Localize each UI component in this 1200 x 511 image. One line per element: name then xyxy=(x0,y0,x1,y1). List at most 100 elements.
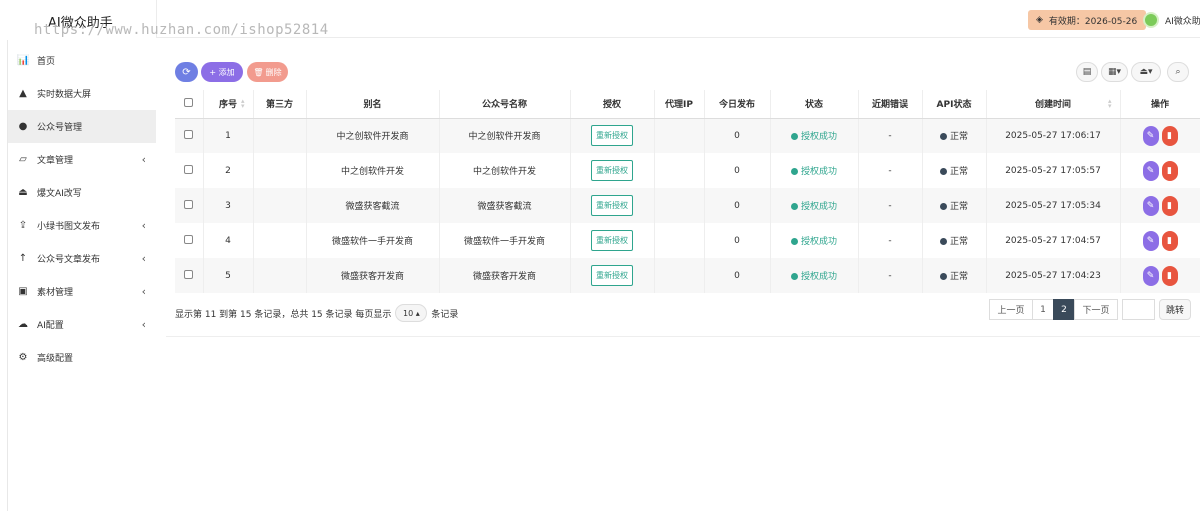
cell-actions: ✎ ▮ xyxy=(1120,223,1200,258)
cell-proxy-ip xyxy=(654,118,705,153)
bar-chart-icon: 📊 xyxy=(17,55,30,66)
sidebar-item-label: AI配置 xyxy=(37,321,64,331)
sidebar-item-xiaolvshu[interactable]: ⇪ 小绿书图文发布 ‹ xyxy=(8,209,156,242)
chevron-left-icon: ‹ xyxy=(141,285,146,298)
col-errors: 近期错误 xyxy=(858,90,923,119)
arrow-up-icon: ↑ xyxy=(18,253,28,264)
col-created[interactable]: 创建时间 ▴ ▾ xyxy=(986,90,1121,119)
jump-page-input[interactable] xyxy=(1122,299,1155,320)
row-checkbox[interactable] xyxy=(184,129,194,139)
api-status-label: 正常 xyxy=(949,132,968,143)
row-checkbox[interactable] xyxy=(184,164,194,174)
reauth-button[interactable]: 重新授权 xyxy=(591,265,633,286)
cell-status: 授权成功 xyxy=(770,153,859,188)
cell-third xyxy=(253,188,307,223)
sidebar-item-advanced[interactable]: ⚙ 高级配置 xyxy=(8,341,156,374)
cell-proxy-ip xyxy=(654,258,705,293)
reauth-button[interactable]: 重新授权 xyxy=(591,195,633,216)
row-select-cell[interactable] xyxy=(175,223,204,258)
expiry-label: 有效期：2026-05-26 xyxy=(1048,16,1138,27)
cell-api-status: 正常 xyxy=(922,153,987,188)
status-badge: 授权成功 xyxy=(800,202,837,212)
cell-errors: - xyxy=(858,118,923,153)
trash-icon: 🗑 xyxy=(253,67,264,77)
row-delete-button[interactable]: ▮ xyxy=(1161,160,1178,181)
page-1-button[interactable]: 1 xyxy=(1032,299,1054,320)
cell-today: 0 xyxy=(704,223,771,258)
jump-button[interactable]: 跳转 xyxy=(1159,299,1191,320)
sidebar-item-label: 实时数据大屏 xyxy=(37,90,92,100)
row-delete-button[interactable]: ▮ xyxy=(1161,230,1178,251)
edit-button[interactable]: ✎ xyxy=(1142,160,1159,181)
sidebar-item-dashboard[interactable]: ▲ 实时数据大屏 xyxy=(8,77,156,110)
row-checkbox[interactable] xyxy=(184,269,194,279)
cell-api-status: 正常 xyxy=(922,118,987,153)
cell-account-name: 微盛软件一手开发商 xyxy=(439,223,571,258)
sidebar-item-ai-rewrite[interactable]: ⏏ 爆文AI改写 xyxy=(8,176,156,209)
reauth-button[interactable]: 重新授权 xyxy=(591,230,633,251)
avatar[interactable] xyxy=(1143,12,1159,28)
col-no[interactable]: 序号 ▴ ▾ xyxy=(203,90,254,119)
sidebar-item-articles[interactable]: ▱ 文章管理 ‹ xyxy=(8,143,156,176)
cell-no: 2 xyxy=(203,153,254,188)
export-button[interactable]: ⏏▾ xyxy=(1131,62,1161,82)
status-badge: 授权成功 xyxy=(800,132,837,143)
next-page-button[interactable]: 下一页 xyxy=(1074,299,1118,320)
table-row: 3 微盛获客截流 微盛获客截流 重新授权 0 授权成功 - 正常 2025-05-27 17:0… xyxy=(175,188,1200,223)
cell-account-name: 微盛获客开发商 xyxy=(439,258,571,293)
cell-proxy-ip xyxy=(654,188,705,223)
pagination-info: 显示第 11 到第 15 条记录，总共 15 条记录 每页显示 10 ▴ 条记录 xyxy=(175,304,458,322)
toggle-view-button[interactable]: ▤ xyxy=(1076,62,1098,82)
sidebar-item-accounts[interactable]: ● 公众号管理 xyxy=(8,110,156,143)
edit-button[interactable]: ✎ xyxy=(1142,230,1159,251)
refresh-button[interactable]: ⟳ xyxy=(175,62,198,82)
sidebar-item-publish[interactable]: ↑ 公众号文章发布 ‹ xyxy=(8,242,156,275)
sidebar-item-ai-config[interactable]: ☁ AI配置 ‹ xyxy=(8,308,156,341)
image-icon: ▣ xyxy=(18,286,28,297)
sidebar-nav: 📊 首页 ▲ 实时数据大屏 ● 公众号管理 ▱ 文章管理 ‹ ⏏ 爆文AI改写 … xyxy=(8,44,156,374)
row-select-cell[interactable] xyxy=(175,118,204,153)
columns-button[interactable]: ▦▾ xyxy=(1101,62,1128,82)
gear-icon: ⚙ xyxy=(18,352,28,363)
row-select-cell[interactable] xyxy=(175,188,204,223)
folder-open-icon: ▱ xyxy=(19,154,27,165)
sidebar-item-materials[interactable]: ▣ 素材管理 ‹ xyxy=(8,275,156,308)
sidebar-item-label: 素材管理 xyxy=(37,288,74,298)
row-select-cell[interactable] xyxy=(175,153,204,188)
cell-today: 0 xyxy=(704,188,771,223)
delete-button[interactable]: 🗑 删除 xyxy=(247,62,288,82)
row-checkbox[interactable] xyxy=(184,234,194,244)
reauth-button[interactable]: 重新授权 xyxy=(591,125,633,147)
reauth-button[interactable]: 重新授权 xyxy=(591,160,633,181)
select-all-cell[interactable] xyxy=(175,90,204,119)
row-delete-button[interactable]: ▮ xyxy=(1161,195,1178,216)
api-status-dot xyxy=(939,168,947,175)
sidebar-item-label: 公众号管理 xyxy=(37,123,83,133)
refresh-icon: ⟳ xyxy=(182,66,191,78)
shield-icon: ◈ xyxy=(1036,15,1043,25)
prev-page-button[interactable]: 上一页 xyxy=(989,299,1033,320)
row-checkbox[interactable] xyxy=(184,199,194,209)
row-delete-button[interactable]: ▮ xyxy=(1161,265,1178,286)
cell-third xyxy=(253,223,307,258)
search-icon: ⌕ xyxy=(1175,67,1181,77)
edit-button[interactable]: ✎ xyxy=(1142,195,1159,216)
cell-errors: - xyxy=(858,188,923,223)
search-button[interactable]: ⌕ xyxy=(1167,62,1189,82)
row-delete-button[interactable]: ▮ xyxy=(1161,125,1178,146)
add-button[interactable]: + 添加 xyxy=(201,62,243,82)
cell-account-name: 微盛获客截流 xyxy=(439,188,571,223)
user-name[interactable]: AI微众助 xyxy=(1165,14,1200,27)
col-proxy-ip: 代理IP xyxy=(654,90,705,119)
edit-button[interactable]: ✎ xyxy=(1142,265,1159,286)
row-select-cell[interactable] xyxy=(175,258,204,293)
page-2-button[interactable]: 2 xyxy=(1053,299,1075,320)
edit-button[interactable]: ✎ xyxy=(1142,125,1159,146)
col-status: 状态 xyxy=(770,90,859,119)
cell-errors: - xyxy=(858,153,923,188)
sidebar-item-home[interactable]: 📊 首页 xyxy=(8,44,156,77)
sort-icon: ▴ ▾ xyxy=(240,97,245,110)
api-status-dot xyxy=(939,203,947,210)
page-size-select[interactable]: 10 ▴ xyxy=(395,304,428,322)
select-all-checkbox[interactable] xyxy=(184,97,194,107)
